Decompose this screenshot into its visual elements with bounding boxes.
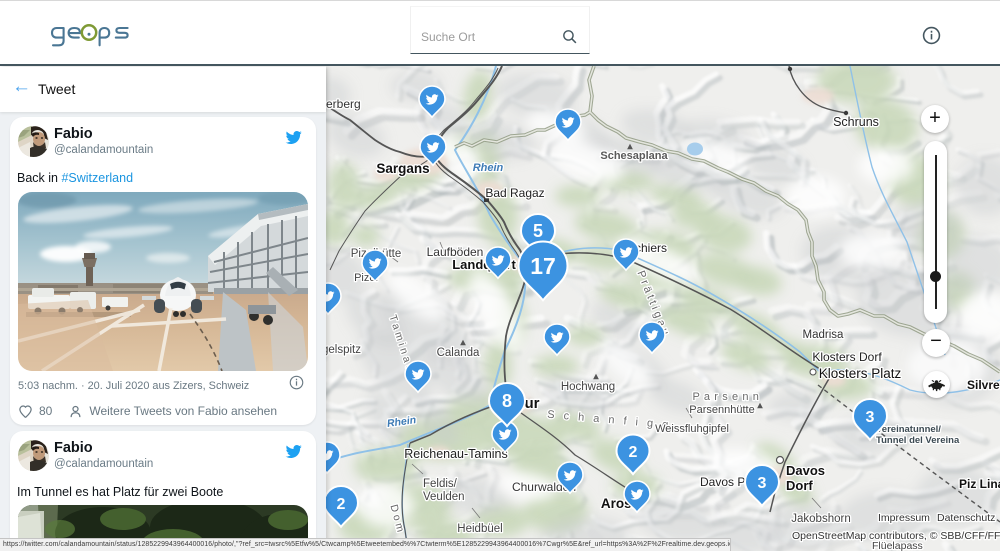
svg-text:Tunnel del Vereina: Tunnel del Vereina (876, 435, 960, 446)
svg-text:P a r s e n n: P a r s e n n (693, 391, 760, 403)
svg-text:Hochwang: Hochwang (561, 381, 615, 393)
svg-text:Piz Linar: Piz Linar (959, 477, 1000, 491)
svg-text:Veulden: Veulden (423, 491, 465, 503)
svg-text:Dorf: Dorf (786, 478, 813, 493)
svg-text:8: 8 (502, 391, 512, 411)
svg-text:2: 2 (337, 496, 346, 513)
svg-text:Parsennhütte: Parsennhütte (689, 404, 754, 416)
svg-text:Feldis/: Feldis/ (423, 478, 458, 490)
svg-text:Sargans: Sargans (376, 161, 429, 176)
svg-text:5: 5 (533, 221, 543, 241)
svg-text:Klosters Platz: Klosters Platz (819, 366, 902, 381)
svg-text:Rhein: Rhein (473, 162, 504, 174)
svg-text:Jakobshorn: Jakobshorn (791, 513, 850, 525)
svg-text:Heidbüel: Heidbüel (457, 523, 502, 535)
svg-text:Madrisa: Madrisa (803, 329, 845, 341)
svg-text:erberg: erberg (326, 97, 361, 111)
svg-text:Davos Pl: Davos Pl (700, 475, 748, 489)
svg-text:Calanda: Calanda (437, 347, 480, 359)
svg-text:Datenschutz: Datenschutz (937, 512, 995, 524)
svg-text:3: 3 (866, 409, 875, 426)
svg-text:2: 2 (629, 444, 638, 461)
svg-text:3: 3 (758, 475, 767, 492)
svg-text:gelspitz: gelspitz (326, 344, 361, 356)
svg-text:Klosters Dorf: Klosters Dorf (812, 350, 882, 364)
svg-text:Reichenau-Tamins: Reichenau-Tamins (404, 447, 508, 461)
svg-text:Flüelapass: Flüelapass (872, 540, 923, 551)
svg-text:Silvrett: Silvrett (967, 378, 1000, 392)
svg-text:Bad Ragaz: Bad Ragaz (485, 186, 544, 200)
svg-text:Schruns: Schruns (833, 115, 879, 129)
svg-text:17: 17 (530, 253, 556, 279)
svg-text:Weissfluhgipfel: Weissfluhgipfel (655, 423, 729, 435)
svg-text:Vereinatunnel/: Vereinatunnel/ (876, 424, 941, 435)
svg-text:Davos: Davos (786, 463, 825, 478)
svg-text:Schesaplana: Schesaplana (600, 150, 668, 162)
svg-text:Impressum: Impressum (878, 512, 930, 524)
